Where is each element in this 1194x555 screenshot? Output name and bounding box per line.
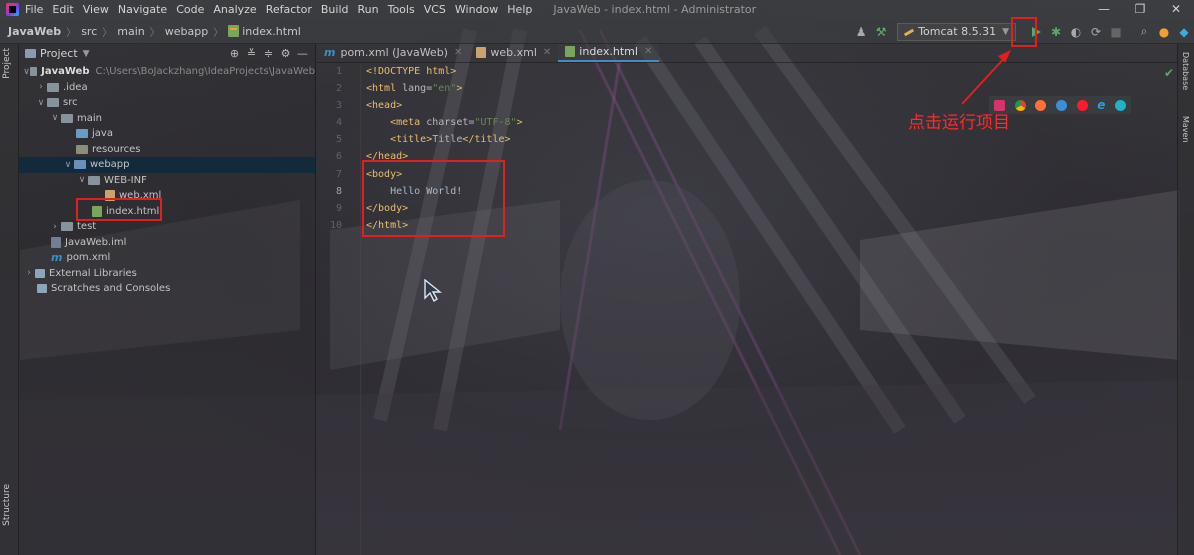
mouse-cursor-icon	[424, 279, 442, 303]
annotation-text: 点击运行项目	[908, 113, 1010, 133]
annotation-arrow	[961, 50, 1011, 105]
